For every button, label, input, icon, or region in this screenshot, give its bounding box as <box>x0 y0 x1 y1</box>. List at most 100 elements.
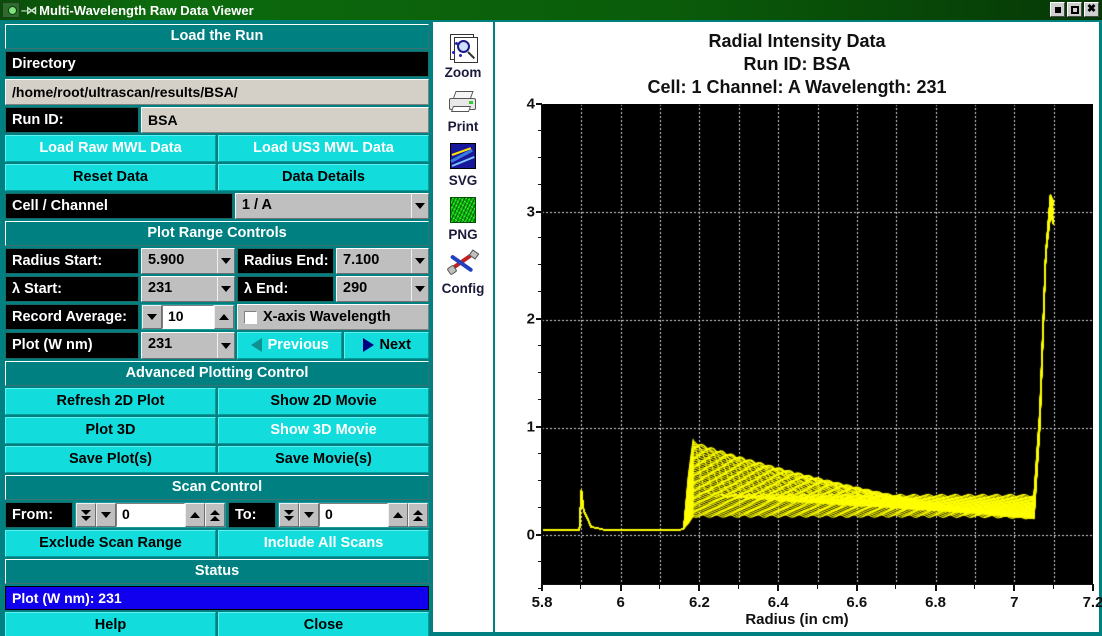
window-titlebar: –⋈ Multi-Wavelength Raw Data Viewer ✖ <box>0 0 1102 20</box>
radius-start-value: 5.900 <box>148 252 185 268</box>
data-details-button[interactable]: Data Details <box>218 164 429 191</box>
directory-label-row: Directory <box>5 51 429 77</box>
minimize-button[interactable] <box>1050 2 1065 17</box>
window-frame: Load the Run Directory /home/root/ultras… <box>0 20 1102 636</box>
plot-wavelength-row: Plot (W nm) 231 Previous Next <box>5 332 429 359</box>
x-minor-tick <box>737 584 739 589</box>
scan-from-decrement[interactable] <box>96 503 116 527</box>
chevron-down-icon[interactable] <box>217 249 234 273</box>
zoom-icon <box>446 32 480 64</box>
scan-from-increment[interactable] <box>185 503 205 527</box>
close-window-button[interactable]: ✖ <box>1084 2 1099 17</box>
y-tick-mark <box>536 210 542 213</box>
x-tick-mark <box>619 584 622 591</box>
y-tick-label: 3 <box>526 203 535 221</box>
window-title: Multi-Wavelength Raw Data Viewer <box>39 2 254 18</box>
plot-2d-row: Refresh 2D Plot Show 2D Movie <box>5 388 429 415</box>
save-row: Save Plot(s) Save Movie(s) <box>5 446 429 473</box>
scan-to-increment[interactable] <box>388 503 408 527</box>
y-minor-tick <box>538 345 542 347</box>
maximize-button[interactable] <box>1067 2 1082 17</box>
y-tick-label: 1 <box>526 418 535 436</box>
x-tick-label: 6.8 <box>925 594 946 611</box>
radius-end-select[interactable]: 7.100 <box>336 248 429 274</box>
radial-intensity-chart[interactable] <box>542 103 1093 584</box>
exclude-scan-range-button[interactable]: Exclude Scan Range <box>5 530 216 557</box>
scan-to-page-up[interactable] <box>408 503 428 527</box>
include-all-scans-button[interactable]: Include All Scans <box>218 530 429 557</box>
x-tick-mark <box>777 584 780 591</box>
record-average-decrement[interactable] <box>142 305 162 329</box>
config-tool-button[interactable]: Config <box>434 248 492 296</box>
zoom-tool-label: Zoom <box>444 65 482 80</box>
y-minor-tick <box>538 183 542 185</box>
plot-w-nm-label: Plot (W nm) <box>5 332 139 359</box>
scan-from-stepper[interactable]: 0 <box>75 502 226 528</box>
scan-range-row: From: 0 To: 0 <box>5 502 429 528</box>
save-plots-button[interactable]: Save Plot(s) <box>5 446 216 473</box>
chevron-down-icon[interactable] <box>411 277 428 301</box>
plot-3d-button[interactable]: Plot 3D <box>5 417 216 444</box>
reset-data-button[interactable]: Reset Data <box>5 164 216 191</box>
help-button[interactable]: Help <box>5 612 216 636</box>
close-button[interactable]: Close <box>218 612 429 636</box>
y-axis-line <box>541 103 542 584</box>
scan-to-decrement[interactable] <box>299 503 319 527</box>
x-minor-tick <box>1052 584 1054 589</box>
load-us3-mwl-data-button[interactable]: Load US3 MWL Data <box>218 135 429 162</box>
x-tick-label: 6.2 <box>688 594 710 611</box>
scan-to-page-down[interactable] <box>279 503 299 527</box>
show-3d-movie-button[interactable]: Show 3D Movie <box>218 417 429 444</box>
plot-w-nm-value: 231 <box>148 336 173 352</box>
cell-channel-select[interactable]: 1 / A <box>234 193 429 219</box>
show-2d-movie-button[interactable]: Show 2D Movie <box>218 388 429 415</box>
x-tick-mark <box>698 584 701 591</box>
x-axis-wavelength-checkbox-row[interactable]: X-axis Wavelength <box>237 304 429 330</box>
record-average-value[interactable]: 10 <box>162 305 214 329</box>
control-panel: Load the Run Directory /home/root/ultras… <box>3 22 431 636</box>
record-average-stepper[interactable]: 10 <box>141 304 235 330</box>
lambda-start-select[interactable]: 231 <box>141 276 235 302</box>
next-button[interactable]: Next <box>344 332 429 359</box>
lambda-row: λ Start: 231 λ End: 290 <box>5 276 429 302</box>
x-axis-wavelength-checkbox[interactable] <box>244 310 257 324</box>
png-export-icon <box>446 194 480 226</box>
svg-export-button[interactable]: SVG <box>434 140 492 188</box>
x-tick-label: 7 <box>1010 594 1019 611</box>
record-average-row: Record Average: 10 X-axis Wavelength <box>5 304 429 330</box>
plot-title: Radial Intensity Data <box>708 31 886 51</box>
plot-w-nm-select[interactable]: 231 <box>141 332 235 359</box>
print-tool-label: Print <box>447 119 479 134</box>
save-movies-button[interactable]: Save Movie(s) <box>218 446 429 473</box>
scan-to-value[interactable]: 0 <box>319 503 388 527</box>
load-buttons-row: Load Raw MWL Data Load US3 MWL Data <box>5 135 429 162</box>
directory-path-field[interactable]: /home/root/ultrascan/results/BSA/ <box>5 79 429 105</box>
load-raw-mwl-data-button[interactable]: Load Raw MWL Data <box>5 135 216 162</box>
run-id-field[interactable]: BSA <box>141 107 429 133</box>
y-tick-mark <box>536 102 542 105</box>
chevron-down-icon[interactable] <box>411 249 428 273</box>
png-export-button[interactable]: PNG <box>434 194 492 242</box>
zoom-tool-button[interactable]: Zoom <box>434 32 492 80</box>
lambda-start-label: λ Start: <box>5 276 139 302</box>
print-tool-button[interactable]: Print <box>434 86 492 134</box>
x-axis-line <box>542 583 1093 585</box>
scan-from-page-down[interactable] <box>76 503 96 527</box>
scan-from-value[interactable]: 0 <box>116 503 185 527</box>
y-minor-tick <box>538 480 542 482</box>
refresh-2d-plot-button[interactable]: Refresh 2D Plot <box>5 388 216 415</box>
lambda-end-select[interactable]: 290 <box>336 276 429 302</box>
window-content: Load the Run Directory /home/root/ultras… <box>3 22 1102 636</box>
chevron-down-icon[interactable] <box>411 194 428 218</box>
y-tick-mark <box>536 426 542 429</box>
chevron-down-icon[interactable] <box>217 277 234 301</box>
previous-button[interactable]: Previous <box>237 332 343 359</box>
record-average-increment[interactable] <box>214 305 234 329</box>
scan-to-stepper[interactable]: 0 <box>278 502 429 528</box>
radius-start-select[interactable]: 5.900 <box>141 248 235 274</box>
y-minor-tick <box>538 561 542 563</box>
plot-canvas-area[interactable]: 0 1 2 3 4 5.8 6 6.2 6.4 6.6 6.8 7 7.2 <box>527 95 1102 611</box>
config-tool-label: Config <box>441 281 485 296</box>
scan-from-page-up[interactable] <box>205 503 225 527</box>
chevron-down-icon[interactable] <box>217 333 234 358</box>
